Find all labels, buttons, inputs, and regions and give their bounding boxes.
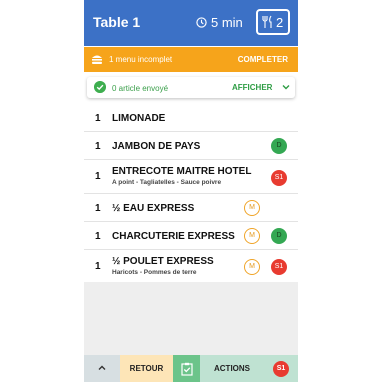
covers-button[interactable]: 2 [256,9,290,35]
list-item[interactable]: 1 ENTRECOTE MAITRE HOTEL A point - Tagli… [84,160,298,194]
app-header: Table 1 5 min 2 [84,0,298,46]
status-badge: D [271,138,287,154]
incomplete-menu-banner: 1 menu incomplet COMPLETER [84,47,298,72]
item-name: JAMBON DE PAYS [112,141,201,152]
clipboard-check-icon [180,362,193,376]
item-name: CHARCUTERIE EXPRESS [112,231,235,242]
elapsed-time: 5 min [211,15,243,30]
show-sent-button[interactable]: AFFICHER [232,83,272,92]
menu-burger-icon [92,55,102,64]
empty-area [84,282,298,355]
actions-button[interactable]: ACTIONS [200,355,264,382]
service-selector[interactable]: S1 [264,355,298,382]
item-qty: 1 [95,113,101,124]
banner-text: 1 menu incomplet [109,55,173,64]
service-badge: S1 [273,361,289,377]
item-details: A point - Tagliatelles - Sauce poivre [112,179,222,186]
validate-button[interactable] [173,355,200,382]
menu-badge: M [244,200,260,216]
item-name: ENTRECOTE MAITRE HOTEL [112,166,252,177]
status-badge: S1 [271,170,287,186]
item-name: ½ EAU EXPRESS [112,203,195,214]
list-item[interactable]: 1 ½ POULET EXPRESS Haricots - Pommes de … [84,250,298,283]
bottom-toolbar: RETOUR ACTIONS S1 [84,355,298,382]
item-qty: 1 [95,203,101,214]
complete-button[interactable]: COMPLETER [238,55,288,64]
list-item[interactable]: 1 JAMBON DE PAYS D [84,132,298,160]
list-item[interactable]: 1 ½ EAU EXPRESS M [84,194,298,222]
menu-badge: M [244,259,260,275]
status-badge: D [271,228,287,244]
item-qty: 1 [95,171,101,182]
chevron-down-icon[interactable] [282,83,290,91]
item-qty: 1 [95,261,101,272]
check-circle-icon [94,81,106,93]
item-qty: 1 [95,231,101,242]
sent-count-text: 0 article envoyé [112,84,169,93]
covers-count: 2 [276,15,284,30]
table-title: Table 1 [93,14,141,30]
item-name: ½ POULET EXPRESS [112,256,214,267]
sent-items-panel: 0 article envoyé AFFICHER [87,77,295,98]
list-item[interactable]: 1 LIMONADE [84,105,298,132]
chevron-up-icon [98,365,106,370]
expand-up-button[interactable] [84,355,120,382]
item-qty: 1 [95,141,101,152]
item-details: Haricots - Pommes de terre [112,269,197,276]
back-button[interactable]: RETOUR [120,355,173,382]
order-screen: Table 1 5 min 2 1 menu incomplet COMPLET… [84,0,298,382]
cutlery-icon [262,15,272,28]
item-name: LIMONADE [112,113,166,124]
clock-icon [196,17,207,28]
status-badge: S1 [271,259,287,275]
menu-badge: M [244,228,260,244]
list-item[interactable]: 1 CHARCUTERIE EXPRESS M D [84,222,298,250]
